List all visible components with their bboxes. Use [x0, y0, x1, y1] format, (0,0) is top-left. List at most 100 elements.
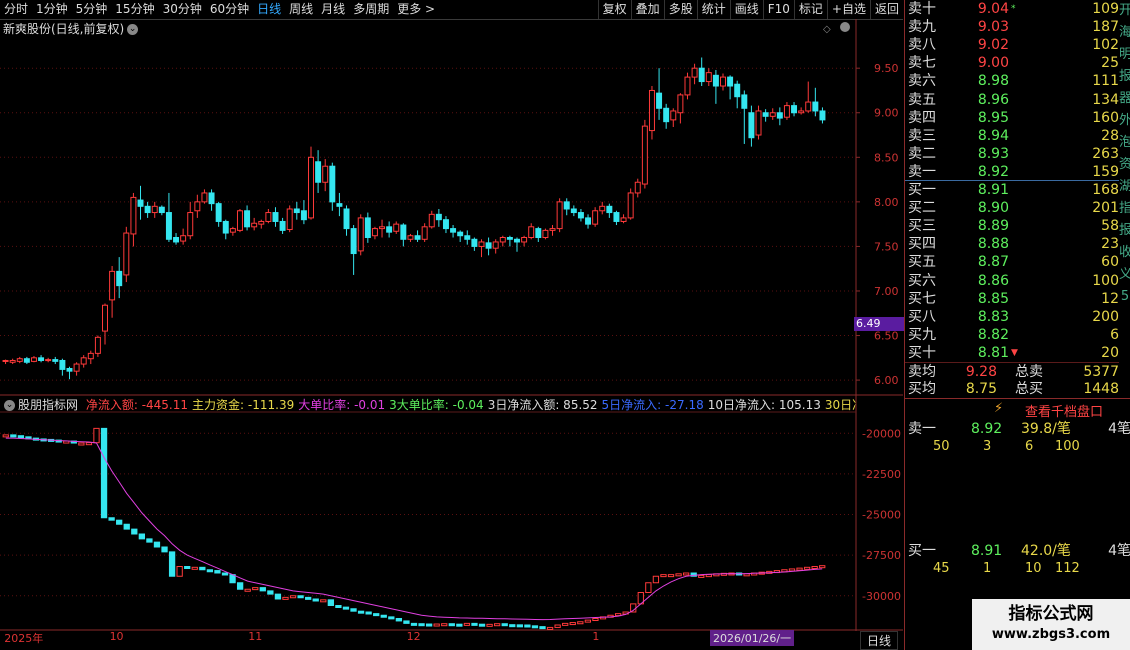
- avg-price: 9.28: [965, 364, 997, 380]
- indicator-value-1: 主力资金: -111.39: [192, 398, 295, 412]
- period-tab-7[interactable]: 周线: [285, 0, 317, 19]
- buy_one-summary: 买一 8.91 42.0/笔 4笔: [905, 542, 1130, 560]
- candle-body: [720, 76, 726, 87]
- level-label: 卖十: [908, 1, 936, 17]
- side-news-strip[interactable]: 开海明报器外泡资湖指报收义5: [1119, 0, 1130, 380]
- candle-body: [563, 201, 570, 210]
- period-tab-10[interactable]: 更多 >: [393, 0, 439, 19]
- queue-lot: 42.0/笔: [1021, 543, 1071, 559]
- period-axis-button[interactable]: 日线: [860, 631, 899, 650]
- candle-body: [109, 270, 116, 301]
- queue-price: 8.91: [971, 543, 1003, 559]
- level-price: 8.91: [977, 182, 1009, 198]
- candle-body: [2, 359, 9, 362]
- tool-button-2[interactable]: 多股: [663, 0, 697, 19]
- candle-body: [315, 161, 322, 183]
- indicator-bar: [123, 523, 130, 530]
- tool-button-5[interactable]: F10: [762, 0, 794, 19]
- orderbook-row-ask-9[interactable]: 卖一 8.92 159: [905, 163, 1119, 181]
- level-volume: 111: [1092, 73, 1119, 90]
- tool-button-4[interactable]: 画线: [729, 0, 763, 19]
- orderbook-row-ask-7[interactable]: 卖三 8.94 28: [905, 127, 1119, 145]
- candle-body: [52, 359, 59, 362]
- date-label-4: 1: [592, 630, 600, 643]
- candle-body: [535, 228, 542, 239]
- indicator-value-5: 5日净流入: -27.18: [601, 398, 704, 412]
- candle-body: [9, 359, 16, 363]
- period-tab-8[interactable]: 月线: [317, 0, 349, 19]
- level-label: 卖七: [908, 55, 936, 72]
- orderbook-row-ask-0[interactable]: 卖十 9.04 * 109: [905, 0, 1119, 18]
- indicator-bar: [100, 427, 108, 519]
- tool-button-8[interactable]: 返回: [869, 0, 903, 19]
- period-tab-4[interactable]: 30分钟: [159, 0, 206, 19]
- indicator-bar: [380, 614, 387, 618]
- indicator-bar: [698, 574, 705, 578]
- orderbook-row-bid-2[interactable]: 买三 8.89 58: [905, 217, 1119, 235]
- period-tab-5[interactable]: 60分钟: [206, 0, 253, 19]
- candle-body: [215, 203, 222, 222]
- tool-button-7[interactable]: +自选: [826, 0, 870, 19]
- orderbook-row-bid-5[interactable]: 买六 8.86 100: [905, 272, 1119, 290]
- orderbook-row-ask-3[interactable]: 卖七 9.00 25: [905, 54, 1119, 72]
- candle-body: [123, 232, 130, 276]
- indicator-value-7: 30日净: [824, 398, 856, 412]
- orderbook-row-bid-3[interactable]: 买四 8.88 23: [905, 235, 1119, 253]
- period-tab-9[interactable]: 多周期: [349, 0, 393, 19]
- level-label: 卖八: [908, 37, 936, 54]
- orderbook-row-bid-0[interactable]: 买一 8.91 168: [905, 181, 1119, 199]
- period-tab-1[interactable]: 1分钟: [32, 0, 72, 19]
- orderbook-row-bid-1[interactable]: 买二 8.90 201: [905, 199, 1119, 217]
- tool-button-1[interactable]: 叠加: [630, 0, 664, 19]
- period-tab-6[interactable]: 日线: [253, 0, 285, 19]
- orderbook-row-ask-4[interactable]: 卖六 8.98 111: [905, 72, 1119, 90]
- orderbook-row-ask-8[interactable]: 卖二 8.93 263: [905, 145, 1119, 163]
- level-price: 8.87: [977, 254, 1009, 271]
- orderbook-row-bid-7[interactable]: 买八 8.83 200: [905, 308, 1119, 326]
- indicator-bar: [524, 624, 531, 628]
- price-tick-label: 9.50: [874, 62, 899, 75]
- candle-body: [158, 206, 165, 214]
- orderbook-row-ask-5[interactable]: 卖五 8.96 134: [905, 91, 1119, 109]
- candle-body: [80, 357, 87, 365]
- side-strip-char: 湖: [1119, 179, 1130, 194]
- level-price: 9.02: [977, 37, 1009, 54]
- buy_one-queue: 45 1 10 112: [905, 560, 1119, 578]
- order-book-panel: 卖十 9.04 * 109 卖九 9.03 187 卖八 9.02 102 卖七 9.00 25 卖六 8.…: [904, 0, 1130, 650]
- tool-button-3[interactable]: 统计: [696, 0, 730, 19]
- level-price: 8.92: [977, 163, 1009, 180]
- candle-body: [300, 210, 307, 221]
- candle-body: [258, 220, 265, 225]
- indicator-bar: [471, 622, 478, 626]
- orderbook-row-ask-6[interactable]: 卖四 8.95 160: [905, 109, 1119, 127]
- indicator-bar: [592, 618, 599, 621]
- watermark-logo: 指标公式网 www.zbgs3.com: [972, 599, 1130, 650]
- orderbook-row-ask-2[interactable]: 卖八 9.02 102: [905, 36, 1119, 54]
- tool-button-6[interactable]: 标记: [793, 0, 827, 19]
- indicator-bar: [2, 434, 9, 438]
- level-volume: 263: [1092, 145, 1119, 162]
- candle-body: [641, 125, 648, 185]
- orderbook-row-ask-1[interactable]: 卖九 9.03 187: [905, 18, 1119, 36]
- tool-button-0[interactable]: 复权: [597, 0, 631, 19]
- side-strip-char: 泡: [1119, 135, 1130, 150]
- side-strip-char: 义: [1119, 267, 1130, 282]
- period-tab-3[interactable]: 15分钟: [111, 0, 158, 19]
- level-volume: 159: [1092, 163, 1119, 180]
- orderbook-row-bid-9[interactable]: 买十 8.81 ▼ 20: [905, 344, 1119, 362]
- indicator-chevron-icon[interactable]: ⌄: [4, 400, 15, 411]
- candle-body: [691, 67, 698, 78]
- period-tab-0[interactable]: 分时: [0, 0, 32, 19]
- indicator-bar: [705, 574, 712, 578]
- candle-body: [805, 101, 812, 112]
- level-price: 9.03: [977, 19, 1009, 36]
- orderbook-row-bid-6[interactable]: 买七 8.85 12: [905, 290, 1119, 308]
- orderbook-row-bid-8[interactable]: 买九 8.82 6: [905, 326, 1119, 344]
- full-orderbook-button[interactable]: 查看千档盘口: [1025, 401, 1103, 420]
- period-tab-2[interactable]: 5分钟: [72, 0, 112, 19]
- indicator-bar: [131, 528, 138, 535]
- indicator-bar: [305, 596, 312, 600]
- orderbook-row-bid-4[interactable]: 买五 8.87 60: [905, 253, 1119, 271]
- candle-body: [670, 110, 677, 121]
- candle-body: [620, 217, 627, 222]
